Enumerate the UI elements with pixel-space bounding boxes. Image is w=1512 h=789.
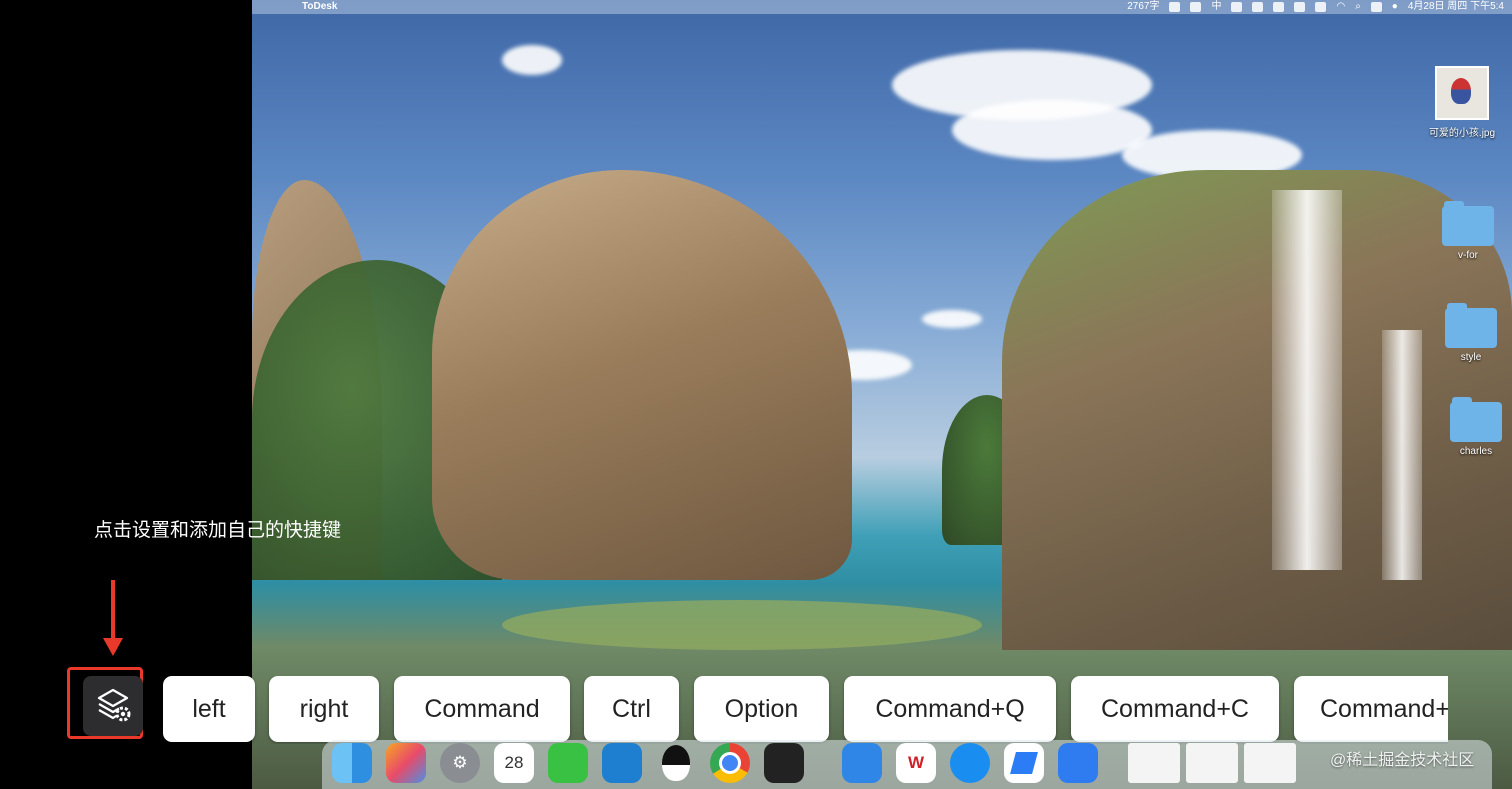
wps-icon[interactable]: W xyxy=(896,743,936,783)
macos-menubar: ToDesk 2767字 中 ◠ ⌕ ● 4月28日 周四 下午5:4 xyxy=(252,0,1512,14)
desktop-folder-v-for[interactable]: v-for xyxy=(1428,201,1508,261)
image-thumbnail-icon xyxy=(1435,66,1489,120)
vscode-icon[interactable] xyxy=(602,743,642,783)
todesk-icon[interactable] xyxy=(1004,743,1044,783)
menubar-app-name[interactable]: ToDesk xyxy=(302,0,337,14)
desktop-wallpaper xyxy=(252,0,1512,789)
shortcut-key-command-c[interactable]: Command+C xyxy=(1071,676,1279,742)
system-preferences-icon[interactable]: ⚙ xyxy=(440,743,480,783)
chrome-icon[interactable] xyxy=(710,743,750,783)
wps-tray-icon[interactable] xyxy=(1231,2,1243,12)
shortcut-key-right[interactable]: right xyxy=(269,676,379,742)
macos-dock: ⚙ 28 W xyxy=(322,740,1492,789)
wifi-icon[interactable]: ◠ xyxy=(1336,0,1345,14)
shortcut-key-left[interactable]: left xyxy=(163,676,255,742)
control-center-icon[interactable] xyxy=(1370,2,1382,12)
shortcut-settings-button[interactable] xyxy=(83,676,143,736)
shortcut-key-command[interactable]: Command xyxy=(394,676,570,742)
shortcut-bar: left right Command Ctrl Option Command+Q… xyxy=(160,676,1448,744)
minimized-window-thumbnail[interactable] xyxy=(1128,743,1180,783)
word-count: 2767字 xyxy=(1127,1,1160,12)
lark-icon[interactable] xyxy=(1058,743,1098,783)
minimized-window-thumbnail[interactable] xyxy=(1244,743,1296,783)
watermark-text: @稀土掘金技术社区 xyxy=(1330,752,1475,769)
search-icon[interactable]: ⌕ xyxy=(1355,0,1361,14)
folder-icon xyxy=(1442,201,1494,246)
menubar-clock[interactable]: 4月28日 周四 下午5:4 xyxy=(1408,0,1504,14)
safari-icon[interactable] xyxy=(950,743,990,783)
folder-icon xyxy=(1450,397,1502,442)
desktop-folder-style[interactable]: style xyxy=(1431,303,1511,363)
settings-gear-icon xyxy=(97,688,131,722)
wechat-icon[interactable] xyxy=(548,743,588,783)
minimized-window-thumbnail[interactable] xyxy=(1186,743,1238,783)
todesk-tray-icon[interactable] xyxy=(1294,2,1306,12)
shortcut-key-command-more[interactable]: Command+ xyxy=(1294,676,1448,742)
desktop-icon-label: 可爱的小孩.jpg xyxy=(1428,128,1496,139)
microphone-icon[interactable] xyxy=(1190,2,1202,12)
folder-icon xyxy=(1445,303,1497,348)
finder-icon[interactable] xyxy=(332,743,372,783)
calendar-day: 28 xyxy=(504,753,524,772)
siri-icon[interactable]: ● xyxy=(1392,0,1398,14)
shortcut-key-ctrl[interactable]: Ctrl xyxy=(584,676,679,742)
terminal-icon[interactable] xyxy=(764,743,804,783)
desktop-icon-image[interactable]: 可爱的小孩.jpg xyxy=(1422,66,1502,139)
wechat-tray-icon[interactable] xyxy=(1252,2,1264,12)
input-method[interactable]: 中 xyxy=(1211,0,1221,14)
calendar-icon[interactable]: 28 xyxy=(494,743,534,783)
desktop-icon-label: style xyxy=(1460,352,1482,363)
red-arrow-icon xyxy=(103,580,123,658)
shortcut-key-command-q[interactable]: Command+Q xyxy=(844,676,1056,742)
qq-icon[interactable] xyxy=(656,743,696,783)
launchpad-icon[interactable] xyxy=(386,743,426,783)
desktop-icon-label: charles xyxy=(1459,446,1493,457)
notes-tray-icon[interactable] xyxy=(1273,2,1285,12)
shortcut-key-option[interactable]: Option xyxy=(694,676,829,742)
desktop-folder-charles[interactable]: charles xyxy=(1436,397,1512,457)
desktop-icon-label: v-for xyxy=(1458,250,1478,261)
notes-icon[interactable] xyxy=(842,743,882,783)
status-icon[interactable] xyxy=(1169,2,1181,12)
hint-text: 点击设置和添加自己的快捷键 xyxy=(94,520,342,541)
battery-icon[interactable] xyxy=(1315,2,1327,12)
